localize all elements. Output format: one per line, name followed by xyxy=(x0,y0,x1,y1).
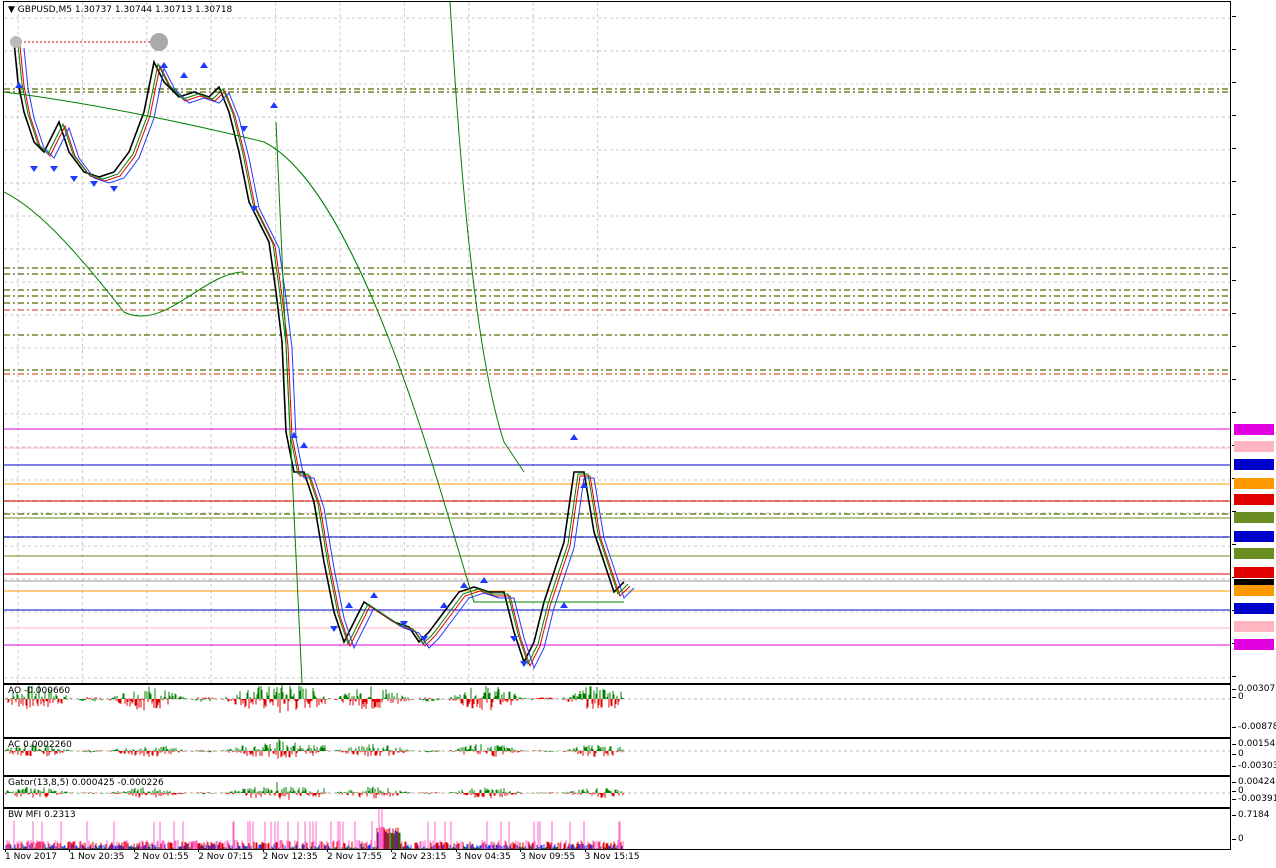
fractal-arrow-icon xyxy=(270,102,278,108)
price-level-label xyxy=(1234,478,1274,489)
fractal-arrow-icon xyxy=(50,166,58,172)
ma-red xyxy=(19,45,631,668)
long-ma-2 xyxy=(4,191,245,317)
price-level-label xyxy=(1234,639,1274,650)
gator-title: Gator(13,8,5) 0.000425 -0.000226 xyxy=(8,778,164,788)
mfi-axis-top: 0.7184 xyxy=(1232,810,1270,820)
time-tick: 2 Nov 17:55 xyxy=(327,849,382,862)
fractal-arrow-icon xyxy=(30,166,38,172)
fractal-arrow-icon xyxy=(440,602,448,608)
mfi-title: BW MFI 0.2313 xyxy=(8,810,76,820)
long-ma-1 xyxy=(4,91,624,603)
mfi-axis-zero: 0 xyxy=(1232,834,1244,844)
mfi-pane[interactable]: BW MFI 0.2313 xyxy=(3,808,1231,850)
ac-axis-zero: 0 xyxy=(1232,749,1244,759)
ac-pane[interactable]: AC 0.0002260 xyxy=(3,738,1231,776)
time-axis[interactable]: 1 Nov 2017 1 Nov 20:35 2 Nov 01:55 2 Nov 07… xyxy=(0,849,1230,868)
gator-pane[interactable]: Gator(13,8,5) 0.000425 -0.000226 xyxy=(3,776,1231,808)
fractal-arrow-icon xyxy=(290,432,298,438)
time-tick: 2 Nov 23:15 xyxy=(391,849,447,862)
ao-title: AO -0.000660 xyxy=(8,686,71,696)
price-level-label xyxy=(1234,603,1274,614)
price-level-label xyxy=(1234,494,1274,505)
price-level-label xyxy=(1234,621,1274,632)
marker-circle-icon xyxy=(10,36,22,48)
ac-axis: 0.001540 0 -0.003034 xyxy=(1231,738,1276,774)
long-ma-3 xyxy=(449,2,525,473)
ac-axis-bottom: -0.003034 xyxy=(1231,761,1276,771)
ac-axis-top: 0.001540 xyxy=(1232,739,1276,749)
price-level-label xyxy=(1234,567,1274,578)
fractal-arrow-icon xyxy=(370,592,378,598)
gator-histogram xyxy=(4,781,1230,800)
fractal-arrow-icon xyxy=(520,661,528,667)
symbol-title: GBPUSD,M5 1.30737 1.30744 1.30713 1.3071… xyxy=(17,5,233,15)
fractal-arrow-icon xyxy=(560,602,568,608)
fractal-arrow-icon xyxy=(345,602,353,608)
long-ma-4 xyxy=(275,121,303,683)
price-level-label xyxy=(1234,531,1274,542)
time-tick: 3 Nov 04:35 xyxy=(455,849,511,862)
main-chart[interactable]: ▼ GBPUSD,M5 1.30737 1.30744 1.30713 1.30… xyxy=(3,1,1231,684)
chart-menu-icon[interactable]: ▼ xyxy=(8,5,15,15)
fractal-arrow-icon xyxy=(570,434,578,440)
fractal-arrow-icon xyxy=(300,442,308,448)
price-chart-canvas[interactable] xyxy=(4,2,1230,683)
fractal-arrow-icon xyxy=(160,62,168,68)
mfi-histogram xyxy=(5,809,624,849)
fractal-arrow-icon xyxy=(480,577,488,583)
ao-pane[interactable]: AO -0.000660 xyxy=(3,684,1231,738)
ac-title: AC 0.0002260 xyxy=(8,740,72,750)
time-tick: 1 Nov 20:35 xyxy=(69,849,125,862)
ao-axis-bottom: -0.00878 xyxy=(1231,722,1276,732)
fractal-arrow-icon xyxy=(70,176,78,182)
time-tick: 2 Nov 12:35 xyxy=(262,849,318,862)
time-tick: 2 Nov 01:55 xyxy=(133,849,189,862)
time-tick: 3 Nov 15:15 xyxy=(584,849,640,862)
price-level-label xyxy=(1234,441,1274,452)
price-line xyxy=(13,41,625,665)
gator-axis: 0.004243 0 -0.00391 xyxy=(1231,776,1276,806)
price-level-label xyxy=(1234,585,1274,596)
ao-histogram xyxy=(4,685,1230,713)
mfi-axis: 0.7184 0 xyxy=(1232,808,1276,848)
fractal-arrow-icon xyxy=(330,626,338,632)
time-tick: 3 Nov 09:55 xyxy=(520,849,576,862)
gator-axis-bottom: -0.00391 xyxy=(1231,794,1276,804)
time-tick: 2 Nov 07:15 xyxy=(198,849,254,862)
fractal-arrow-icon xyxy=(240,126,248,132)
price-level-label xyxy=(1234,548,1274,559)
price-level-label xyxy=(1234,512,1274,523)
fractal-arrow-icon xyxy=(200,62,208,68)
fractal-arrow-icon xyxy=(460,582,468,588)
ma-blue xyxy=(23,47,635,670)
fractal-arrow-icon xyxy=(110,186,118,192)
marker-circle-icon xyxy=(150,33,168,51)
chart-title: ▼ GBPUSD,M5 1.30737 1.30744 1.30713 1.30… xyxy=(8,5,232,16)
time-tick: 1 Nov 2017 xyxy=(5,849,57,862)
price-level-label xyxy=(1234,459,1274,470)
fractal-arrow-icon xyxy=(180,72,188,78)
ao-axis: 0.00307 0 -0.00878 xyxy=(1231,684,1276,736)
ma-green xyxy=(17,43,629,666)
fractal-arrow-icon xyxy=(90,181,98,187)
ao-axis-zero: 0 xyxy=(1232,692,1244,702)
price-level-label xyxy=(1234,424,1274,435)
ac-histogram xyxy=(4,739,1230,759)
